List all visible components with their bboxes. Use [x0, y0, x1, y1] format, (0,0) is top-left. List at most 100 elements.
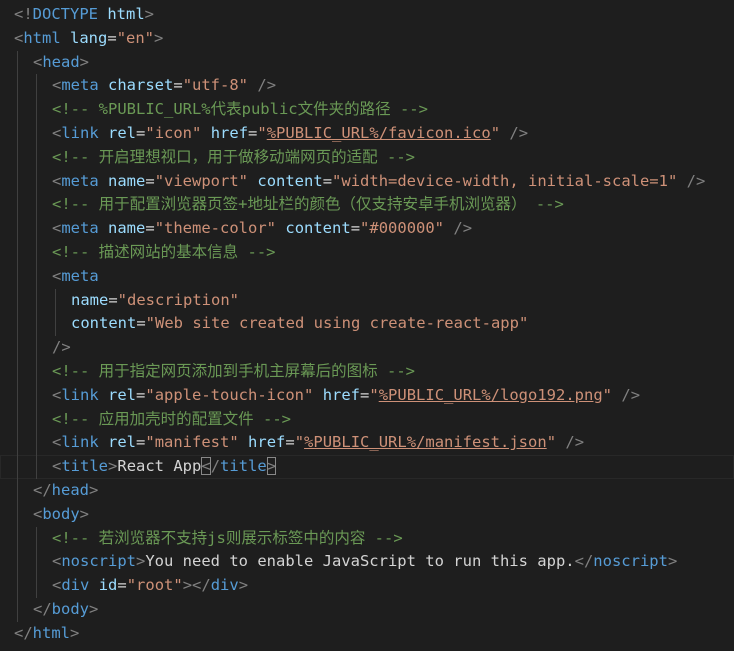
code-token: charset — [108, 76, 174, 95]
code-line[interactable]: /> — [0, 336, 734, 360]
code-line-content: /> — [52, 336, 71, 360]
code-token: /> — [686, 171, 706, 190]
code-line[interactable]: <html lang="en"> — [0, 27, 734, 51]
indent-guide — [17, 312, 18, 337]
code-token: = — [360, 385, 370, 404]
code-line[interactable]: <title>React App</title> — [0, 455, 734, 479]
code-token: ></ — [182, 576, 211, 595]
code-line-content: <body> — [33, 503, 89, 527]
code-token: title — [220, 457, 267, 476]
indent-guide — [17, 121, 18, 146]
code-token: <!-- 应用加壳时的配置文件 --> — [52, 409, 291, 428]
code-line[interactable]: <link rel="apple-touch-icon" href="%PUBL… — [0, 383, 734, 408]
code-token: " — [546, 433, 557, 452]
indent-guide — [55, 312, 56, 337]
code-token: title — [61, 457, 109, 476]
code-line-content: <meta name="theme-color" content="#00000… — [52, 217, 472, 241]
code-token: DOCTYPE — [32, 5, 98, 23]
code-token: href — [322, 385, 361, 404]
indent-guide — [17, 550, 18, 575]
code-line-content: <!DOCTYPE html> — [14, 3, 154, 27]
indent-guide — [17, 455, 18, 479]
code-line[interactable]: <!-- 应用加壳时的配置文件 --> — [0, 407, 734, 432]
code-token: > — [108, 457, 118, 476]
indent-guide — [17, 502, 18, 527]
code-line[interactable]: <!-- %PUBLIC_URL%代表public文件夹的路径 --> — [0, 98, 734, 122]
indent-guide — [55, 288, 56, 313]
code-token: "utf-8" — [182, 76, 249, 95]
code-line[interactable]: <meta name="theme-color" content="#00000… — [0, 217, 734, 241]
code-token: div — [210, 576, 239, 595]
code-line[interactable]: <meta — [0, 264, 734, 289]
code-token: </ — [33, 599, 52, 618]
code-line[interactable]: <!-- 用于配置浏览器页签+地址栏的颜色（仅支持安卓手机浏览器） --> — [0, 193, 734, 218]
code-token: = — [136, 123, 146, 142]
code-token: = — [136, 385, 146, 404]
code-token: < — [52, 433, 62, 452]
code-line[interactable]: content="Web site created using create-r… — [0, 312, 734, 337]
code-token: "width=device-width, initial-scale=1" — [332, 171, 678, 190]
code-token: meta — [61, 171, 99, 190]
code-token: meta — [61, 76, 99, 95]
code-token: < — [52, 171, 62, 190]
code-token: /> — [565, 433, 585, 452]
indent-guide — [36, 145, 37, 170]
indent-guide — [17, 145, 18, 170]
code-token: "description" — [117, 290, 239, 309]
code-line[interactable]: <meta charset="utf-8" /> — [0, 74, 734, 99]
code-token: lang — [70, 28, 108, 47]
code-line[interactable]: <meta name="viewport" content="width=dev… — [0, 169, 734, 194]
code-line[interactable]: <!-- 开启理想视口，用于做移动端网页的适配 --> — [0, 145, 734, 170]
code-line[interactable]: </head> — [0, 478, 734, 503]
code-line[interactable]: <body> — [0, 502, 734, 527]
code-token: < — [52, 385, 62, 404]
code-line-content: <div id="root"></div> — [52, 574, 248, 598]
code-token: id — [98, 576, 118, 595]
code-token: = — [322, 171, 333, 190]
code-token: < — [52, 552, 62, 571]
code-token: = — [136, 314, 146, 333]
code-token: rel — [108, 433, 137, 452]
indent-guide — [17, 264, 18, 289]
code-line-content: content="Web site created using create-r… — [71, 312, 528, 336]
indent-guide — [17, 359, 18, 384]
indent-guide — [36, 240, 37, 265]
code-line[interactable]: <!DOCTYPE html> — [0, 3, 734, 27]
code-token: </ — [574, 552, 594, 571]
code-line[interactable]: <link rel="icon" href="%PUBLIC_URL%/favi… — [0, 121, 734, 146]
code-token: href — [248, 433, 286, 452]
code-token: href — [210, 123, 249, 142]
code-editor[interactable]: <!DOCTYPE html> <html lang="en"> <head> <me… — [0, 0, 734, 651]
indent-guide — [17, 74, 18, 99]
code-line-content: <link rel="apple-touch-icon" href="%PUBL… — [52, 384, 640, 408]
code-token: < — [52, 76, 62, 95]
code-token: "icon" — [145, 123, 202, 142]
code-line[interactable]: <!-- 若浏览器不支持js则展示标签中的内容 --> — [0, 526, 734, 551]
code-token: %PUBLIC_URL%/favicon.ico — [266, 123, 491, 142]
code-token: html — [32, 623, 70, 642]
code-line[interactable]: name="description" — [0, 288, 734, 313]
indent-guide — [36, 359, 37, 384]
code-line[interactable]: <!-- 描述网站的基本信息 --> — [0, 240, 734, 265]
code-line[interactable]: <div id="root"></div> — [0, 574, 734, 598]
code-line[interactable]: </html> — [0, 622, 734, 646]
code-token: > — [154, 28, 164, 47]
code-line[interactable]: <link rel="manifest" href="%PUBLIC_URL%/… — [0, 431, 734, 456]
indent-guide — [17, 240, 18, 265]
code-token: "en" — [116, 28, 155, 47]
code-token: meta — [61, 219, 99, 238]
code-token: = — [145, 171, 155, 190]
code-line[interactable]: <!-- 用于指定网页添加到手机主屏幕后的图标 --> — [0, 359, 734, 384]
code-line[interactable]: </body> — [0, 597, 734, 622]
code-token: div — [61, 576, 90, 595]
code-line[interactable]: <head> — [0, 50, 734, 75]
code-token: <!-- 描述网站的基本信息 --> — [52, 242, 276, 261]
code-token: head — [51, 480, 89, 499]
code-token: link — [61, 433, 99, 452]
code-line-content: </html> — [14, 622, 79, 646]
code-token: "theme-color" — [154, 219, 277, 238]
code-line[interactable]: <noscript>You need to enable JavaScript … — [0, 550, 734, 575]
